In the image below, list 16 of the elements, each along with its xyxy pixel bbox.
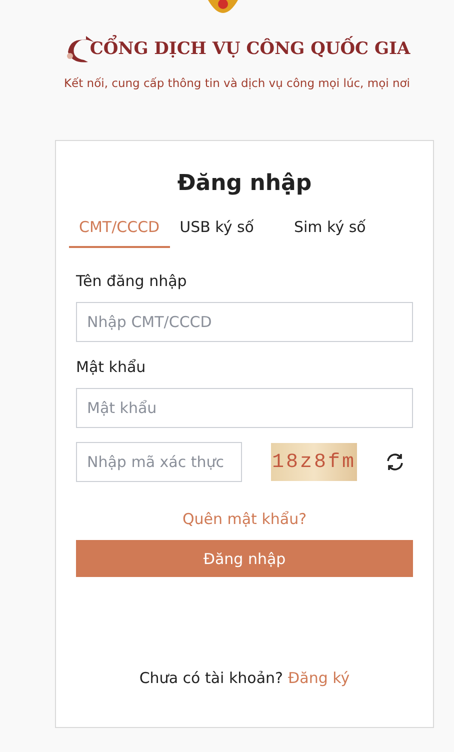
- captcha-image: 18z8fm: [271, 443, 357, 481]
- register-link[interactable]: Đăng ký: [288, 669, 350, 687]
- field-label: Mật khẩu: [76, 358, 147, 376]
- field-label: Tên đăng nhập: [76, 272, 188, 290]
- captcha-field[interactable]: Nhập mã xác thực: [76, 442, 242, 482]
- forgot-password-link[interactable]: Quên mật khẩu?: [182, 510, 307, 528]
- login-tab[interactable]: USB ký số: [170, 210, 264, 248]
- login-tab[interactable]: Sim ký số: [284, 210, 376, 248]
- username-field[interactable]: Nhập CMT/CCCD: [76, 302, 413, 342]
- login-tab[interactable]: CMT/CCCD: [69, 210, 170, 248]
- portal-subtitle: Kết nối, cung cấp thông tin và dịch vụ công mọi lúc, mọi nơi: [64, 76, 410, 90]
- no-account-text: Chưa có tài khoản?: [139, 669, 284, 687]
- login-button[interactable]: Đăng nhập: [76, 540, 413, 577]
- password-field[interactable]: Mật khẩu: [76, 388, 413, 428]
- refresh-icon[interactable]: [385, 452, 405, 472]
- login-heading: Đăng nhập: [176, 171, 313, 196]
